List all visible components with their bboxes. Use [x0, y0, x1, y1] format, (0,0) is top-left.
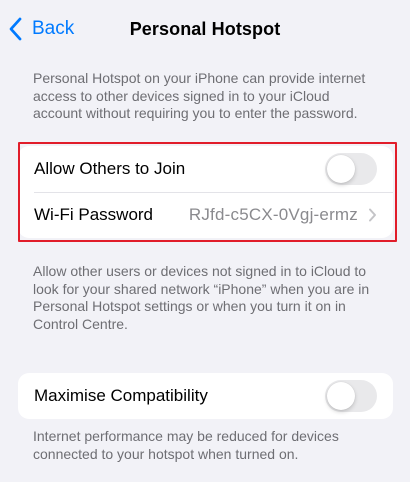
chevron-left-icon — [9, 17, 22, 41]
toggle-knob — [327, 382, 355, 410]
allow-others-toggle[interactable] — [325, 153, 377, 185]
row-divider — [34, 192, 393, 193]
intro-description: Personal Hotspot on your iPhone can prov… — [33, 70, 366, 121]
chevron-right-icon — [369, 208, 376, 222]
page-title: Personal Hotspot — [129, 18, 281, 39]
toggle-knob — [327, 155, 355, 183]
maximise-compatibility-row: Maximise Compatibility — [18, 373, 393, 419]
compatibility-footer: Internet performance may be reduced for … — [33, 428, 339, 462]
navigation-bar: Back Personal Hotspot — [0, 0, 410, 58]
wifi-password-row[interactable]: Wi-Fi Password RJfd-c5CX-0Vgj-ermz — [18, 192, 393, 238]
allow-others-row: Allow Others to Join — [18, 146, 393, 192]
wifi-password-label: Wi-Fi Password — [34, 205, 154, 224]
maximise-compatibility-label: Maximise Compatibility — [34, 386, 208, 405]
compatibility-group: Maximise Compatibility — [18, 373, 393, 419]
back-label: Back — [32, 18, 75, 39]
sharing-footer: Allow other users or devices not signed … — [33, 263, 370, 332]
wifi-password-value: RJfd-c5CX-0Vgj-ermz — [188, 205, 358, 224]
back-button[interactable]: Back — [8, 14, 74, 44]
maximise-compatibility-toggle[interactable] — [325, 380, 377, 412]
sharing-group: Allow Others to Join Wi-Fi Password RJfd… — [18, 146, 393, 238]
allow-others-label: Allow Others to Join — [34, 159, 186, 178]
